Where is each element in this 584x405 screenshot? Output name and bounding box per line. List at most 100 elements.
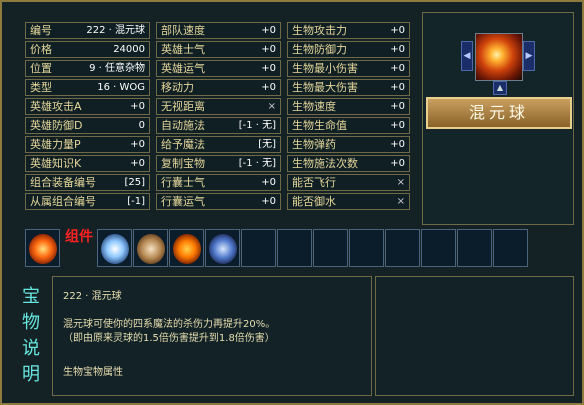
stat-cell[interactable]: 生物生命值 +0 (287, 117, 410, 134)
description-line: 生物宝物属性 (63, 367, 123, 378)
slot-4[interactable] (169, 229, 204, 267)
stat-label: 英雄士气 (161, 43, 205, 56)
earth-orb-icon (137, 234, 165, 264)
slot-13[interactable] (493, 229, 528, 267)
stat-cell[interactable]: 生物速度 +0 (287, 98, 410, 115)
stat-cell[interactable]: 生物最小伤害 +0 (287, 60, 410, 77)
stat-value: +0 (261, 82, 276, 93)
stat-value: × (396, 196, 405, 207)
stat-cell[interactable]: 英雄知识K +0 (25, 155, 150, 172)
stat-label: 生物施法次数 (292, 157, 358, 170)
description-title: 宝 物 说 明 (10, 282, 48, 394)
stat-cell[interactable]: 英雄力量P +0 (25, 136, 150, 153)
artifact-name-banner: 混元球 (426, 97, 572, 129)
stat-value: +0 (390, 139, 405, 150)
stat-cell[interactable]: 自动施法 [-1 · 无] (156, 117, 281, 134)
slot-9[interactable] (349, 229, 384, 267)
stat-cell[interactable]: 类型 16 · WOG (25, 79, 150, 96)
slot-1[interactable] (25, 229, 60, 267)
stat-cell[interactable]: 英雄运气 +0 (156, 60, 281, 77)
description-line: （即由原来灵球的1.5倍伤害提升到1.8倍伤害） (63, 333, 275, 344)
stat-label: 位置 (30, 62, 52, 75)
stat-value: [25] (124, 177, 145, 188)
slot-12[interactable] (457, 229, 492, 267)
stat-value: +0 (261, 177, 276, 188)
stat-value: +0 (390, 158, 405, 169)
slot-6[interactable] (241, 229, 276, 267)
stat-cell[interactable]: 生物攻击力 +0 (287, 22, 410, 39)
stat-label: 移动力 (161, 81, 194, 94)
stat-label: 生物最大伤害 (292, 81, 358, 94)
stat-label: 英雄力量P (30, 138, 81, 151)
desc-char: 明 (22, 364, 40, 385)
stat-value: 0 (138, 120, 145, 131)
stat-label: 复制宝物 (161, 157, 205, 170)
stat-cell[interactable]: 从属组合编号 [-1] (25, 193, 150, 210)
prev-artifact-button[interactable]: ◀ (461, 41, 473, 71)
stat-label: 类型 (30, 81, 52, 94)
stat-cell[interactable]: 生物弹药 +0 (287, 136, 410, 153)
stat-label: 给予魔法 (161, 138, 205, 151)
water-orb-icon (101, 234, 129, 264)
stat-label: 能否御水 (292, 195, 336, 208)
desc-char: 物 (22, 312, 40, 333)
stat-cell[interactable]: 无视距离 × (156, 98, 281, 115)
stat-cell[interactable]: 行囊士气 +0 (156, 174, 281, 191)
stat-value: +0 (261, 63, 276, 74)
stat-label: 部队速度 (161, 24, 205, 37)
stat-value: × (267, 101, 276, 112)
stat-value: +0 (130, 101, 145, 112)
stat-cell[interactable]: 部队速度 +0 (156, 22, 281, 39)
stat-cell[interactable]: 价格 24000 (25, 41, 150, 58)
description-header: 222 · 混元球 (63, 291, 122, 302)
stat-label: 从属组合编号 (30, 195, 96, 208)
stat-label: 生物攻击力 (292, 24, 347, 37)
stat-cell[interactable]: 位置 9 · 任意杂物 (25, 60, 150, 77)
next-artifact-button[interactable]: ▶ (523, 41, 535, 71)
triangle-up-icon[interactable]: ▲ (493, 81, 507, 95)
stat-value: 16 · WOG (97, 82, 145, 93)
slot-3[interactable] (133, 229, 168, 267)
stat-label: 英雄攻击A (30, 100, 82, 113)
stat-label: 组合装备编号 (30, 176, 96, 189)
stat-value: +0 (130, 158, 145, 169)
slot-11[interactable] (421, 229, 456, 267)
desc-char: 说 (22, 338, 40, 359)
stat-label: 英雄知识K (30, 157, 82, 170)
stat-label: 生物生命值 (292, 119, 347, 132)
stat-value: 9 · 任意杂物 (89, 63, 145, 74)
slot-10[interactable] (385, 229, 420, 267)
stat-cell[interactable]: 能否御水 × (287, 193, 410, 210)
stat-cell[interactable]: 编号 222 · 混元球 (25, 22, 150, 39)
stat-cell[interactable]: 能否飞行 × (287, 174, 410, 191)
stat-cell[interactable]: 行囊运气 +0 (156, 193, 281, 210)
stat-cell[interactable]: 生物最大伤害 +0 (287, 79, 410, 96)
stat-cell[interactable]: 给予魔法 [无] (156, 136, 281, 153)
stat-value: [-1 · 无] (238, 120, 276, 131)
slot-5[interactable] (205, 229, 240, 267)
stat-cell[interactable]: 复制宝物 [-1 · 无] (156, 155, 281, 172)
fire-sphere-icon (173, 234, 201, 264)
stat-value: +0 (390, 120, 405, 131)
stat-value: [-1] (127, 196, 145, 207)
stat-label: 生物防御力 (292, 43, 347, 56)
stat-value: +0 (390, 63, 405, 74)
air-orb-icon (209, 234, 237, 264)
slot-2[interactable] (97, 229, 132, 267)
stat-cell[interactable]: 移动力 +0 (156, 79, 281, 96)
stat-cell[interactable]: 生物防御力 +0 (287, 41, 410, 58)
stat-cell[interactable]: 英雄士气 +0 (156, 41, 281, 58)
stat-value: +0 (261, 196, 276, 207)
stats-table: 编号 222 · 混元球 部队速度 +0 生物攻击力 +0 价格 24000 英雄士气 +0 生物防… (25, 22, 410, 212)
stat-label: 英雄防御D (30, 119, 83, 132)
stat-value: [-1 · 无] (238, 158, 276, 169)
stat-cell[interactable]: 英雄防御D 0 (25, 117, 150, 134)
slot-8[interactable] (313, 229, 348, 267)
slot-7[interactable] (277, 229, 312, 267)
stat-label: 行囊士气 (161, 176, 205, 189)
stat-cell[interactable]: 组合装备编号 [25] (25, 174, 150, 191)
component-label: 组件 (65, 229, 93, 245)
stat-cell[interactable]: 英雄攻击A +0 (25, 98, 150, 115)
artifact-portrait-panel: ◀ ▶ ▲ 混元球 (422, 12, 574, 225)
stat-cell[interactable]: 生物施法次数 +0 (287, 155, 410, 172)
